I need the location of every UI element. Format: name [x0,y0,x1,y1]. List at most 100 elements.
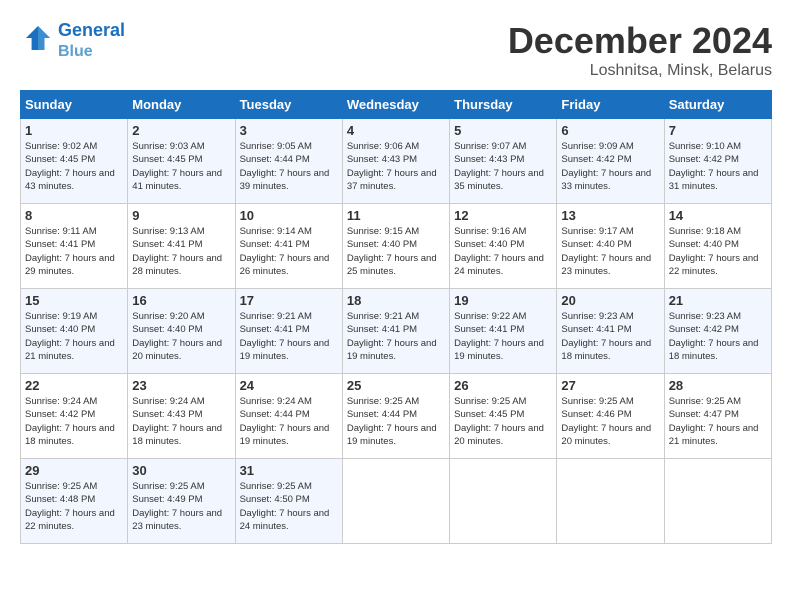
day-info: Sunrise: 9:24 AM Sunset: 4:43 PM Dayligh… [132,395,230,448]
day-info: Sunrise: 9:24 AM Sunset: 4:44 PM Dayligh… [240,395,338,448]
calendar-cell: 23 Sunrise: 9:24 AM Sunset: 4:43 PM Dayli… [128,374,235,459]
day-info: Sunrise: 9:20 AM Sunset: 4:40 PM Dayligh… [132,310,230,363]
title-block: December 2024 Loshnitsa, Minsk, Belarus [508,20,772,80]
day-number: 3 [240,123,338,138]
day-number: 11 [347,208,445,223]
day-number: 16 [132,293,230,308]
day-number: 10 [240,208,338,223]
calendar-cell: 14 Sunrise: 9:18 AM Sunset: 4:40 PM Dayli… [664,204,771,289]
calendar-cell [342,459,449,544]
day-info: Sunrise: 9:14 AM Sunset: 4:41 PM Dayligh… [240,225,338,278]
day-number: 22 [25,378,123,393]
calendar-cell: 21 Sunrise: 9:23 AM Sunset: 4:42 PM Dayli… [664,289,771,374]
day-number: 6 [561,123,659,138]
day-info: Sunrise: 9:25 AM Sunset: 4:49 PM Dayligh… [132,480,230,533]
day-number: 21 [669,293,767,308]
day-number: 8 [25,208,123,223]
day-number: 20 [561,293,659,308]
day-number: 14 [669,208,767,223]
day-info: Sunrise: 9:25 AM Sunset: 4:45 PM Dayligh… [454,395,552,448]
calendar-cell: 30 Sunrise: 9:25 AM Sunset: 4:49 PM Dayli… [128,459,235,544]
calendar-cell: 13 Sunrise: 9:17 AM Sunset: 4:40 PM Dayli… [557,204,664,289]
day-number: 2 [132,123,230,138]
day-info: Sunrise: 9:03 AM Sunset: 4:45 PM Dayligh… [132,140,230,193]
day-info: Sunrise: 9:15 AM Sunset: 4:40 PM Dayligh… [347,225,445,278]
weekday-header: Sunday [21,91,128,119]
day-number: 1 [25,123,123,138]
calendar-cell: 24 Sunrise: 9:24 AM Sunset: 4:44 PM Dayli… [235,374,342,459]
day-number: 5 [454,123,552,138]
calendar-cell: 5 Sunrise: 9:07 AM Sunset: 4:43 PM Daylig… [450,119,557,204]
day-number: 13 [561,208,659,223]
day-info: Sunrise: 9:25 AM Sunset: 4:48 PM Dayligh… [25,480,123,533]
weekday-header: Thursday [450,91,557,119]
day-info: Sunrise: 9:19 AM Sunset: 4:40 PM Dayligh… [25,310,123,363]
calendar-cell: 20Sunrise: 9:23 AM Sunset: 4:41 PM Dayli… [557,289,664,374]
calendar-cell: 29 Sunrise: 9:25 AM Sunset: 4:48 PM Dayli… [21,459,128,544]
calendar-cell: 1 Sunrise: 9:02 AM Sunset: 4:45 PM Daylig… [21,119,128,204]
calendar-cell: 7 Sunrise: 9:10 AM Sunset: 4:42 PM Daylig… [664,119,771,204]
calendar-table: SundayMondayTuesdayWednesdayThursdayFrid… [20,90,772,544]
location-title: Loshnitsa, Minsk, Belarus [508,62,772,80]
calendar-cell [557,459,664,544]
day-number: 7 [669,123,767,138]
day-info: Sunrise: 9:18 AM Sunset: 4:40 PM Dayligh… [669,225,767,278]
day-info: Sunrise: 9:11 AM Sunset: 4:41 PM Dayligh… [25,225,123,278]
day-info: Sunrise: 9:10 AM Sunset: 4:42 PM Dayligh… [669,140,767,193]
calendar-cell: 26 Sunrise: 9:25 AM Sunset: 4:45 PM Dayli… [450,374,557,459]
calendar-cell: 6 Sunrise: 9:09 AM Sunset: 4:42 PM Daylig… [557,119,664,204]
weekday-header: Friday [557,91,664,119]
calendar-cell: 8 Sunrise: 9:11 AM Sunset: 4:41 PM Daylig… [21,204,128,289]
month-title: December 2024 [508,20,772,62]
calendar-cell: 2 Sunrise: 9:03 AM Sunset: 4:45 PM Daylig… [128,119,235,204]
logo: General Blue [20,20,125,61]
calendar-cell: 15 Sunrise: 9:19 AM Sunset: 4:40 PM Dayli… [21,289,128,374]
day-info: Sunrise: 9:06 AM Sunset: 4:43 PM Dayligh… [347,140,445,193]
day-number: 18 [347,293,445,308]
day-info: Sunrise: 9:23 AM Sunset: 4:42 PM Dayligh… [669,310,767,363]
calendar-cell: 10 Sunrise: 9:14 AM Sunset: 4:41 PM Dayli… [235,204,342,289]
day-info: Sunrise: 9:25 AM Sunset: 4:47 PM Dayligh… [669,395,767,448]
logo-icon [22,22,54,54]
day-number: 24 [240,378,338,393]
day-number: 15 [25,293,123,308]
calendar-cell [664,459,771,544]
weekday-header: Wednesday [342,91,449,119]
day-number: 23 [132,378,230,393]
calendar-cell: 12Sunrise: 9:16 AM Sunset: 4:40 PM Dayli… [450,204,557,289]
calendar-cell: 17Sunrise: 9:21 AM Sunset: 4:41 PM Dayli… [235,289,342,374]
day-info: Sunrise: 9:21 AM Sunset: 4:41 PM Dayligh… [347,310,445,363]
calendar-cell: 4Sunrise: 9:06 AM Sunset: 4:43 PM Daylig… [342,119,449,204]
calendar-cell: 3 Sunrise: 9:05 AM Sunset: 4:44 PM Daylig… [235,119,342,204]
day-info: Sunrise: 9:02 AM Sunset: 4:45 PM Dayligh… [25,140,123,193]
calendar-cell [450,459,557,544]
calendar-cell: 19Sunrise: 9:22 AM Sunset: 4:41 PM Dayli… [450,289,557,374]
day-number: 31 [240,463,338,478]
day-info: Sunrise: 9:24 AM Sunset: 4:42 PM Dayligh… [25,395,123,448]
day-info: Sunrise: 9:09 AM Sunset: 4:42 PM Dayligh… [561,140,659,193]
calendar-cell: 16 Sunrise: 9:20 AM Sunset: 4:40 PM Dayli… [128,289,235,374]
calendar-cell: 9Sunrise: 9:13 AM Sunset: 4:41 PM Daylig… [128,204,235,289]
day-number: 19 [454,293,552,308]
day-number: 29 [25,463,123,478]
calendar-cell: 31 Sunrise: 9:25 AM Sunset: 4:50 PM Dayli… [235,459,342,544]
weekday-header: Tuesday [235,91,342,119]
day-number: 30 [132,463,230,478]
day-number: 17 [240,293,338,308]
day-number: 27 [561,378,659,393]
calendar-cell: 25Sunrise: 9:25 AM Sunset: 4:44 PM Dayli… [342,374,449,459]
calendar-cell: 27 Sunrise: 9:25 AM Sunset: 4:46 PM Dayli… [557,374,664,459]
weekday-header: Monday [128,91,235,119]
day-number: 26 [454,378,552,393]
day-info: Sunrise: 9:07 AM Sunset: 4:43 PM Dayligh… [454,140,552,193]
day-number: 28 [669,378,767,393]
day-info: Sunrise: 9:13 AM Sunset: 4:41 PM Dayligh… [132,225,230,278]
day-info: Sunrise: 9:05 AM Sunset: 4:44 PM Dayligh… [240,140,338,193]
calendar-cell: 18 Sunrise: 9:21 AM Sunset: 4:41 PM Dayli… [342,289,449,374]
day-info: Sunrise: 9:25 AM Sunset: 4:50 PM Dayligh… [240,480,338,533]
calendar-header: SundayMondayTuesdayWednesdayThursdayFrid… [21,91,772,119]
day-info: Sunrise: 9:17 AM Sunset: 4:40 PM Dayligh… [561,225,659,278]
day-number: 25 [347,378,445,393]
day-info: Sunrise: 9:25 AM Sunset: 4:46 PM Dayligh… [561,395,659,448]
day-info: Sunrise: 9:16 AM Sunset: 4:40 PM Dayligh… [454,225,552,278]
